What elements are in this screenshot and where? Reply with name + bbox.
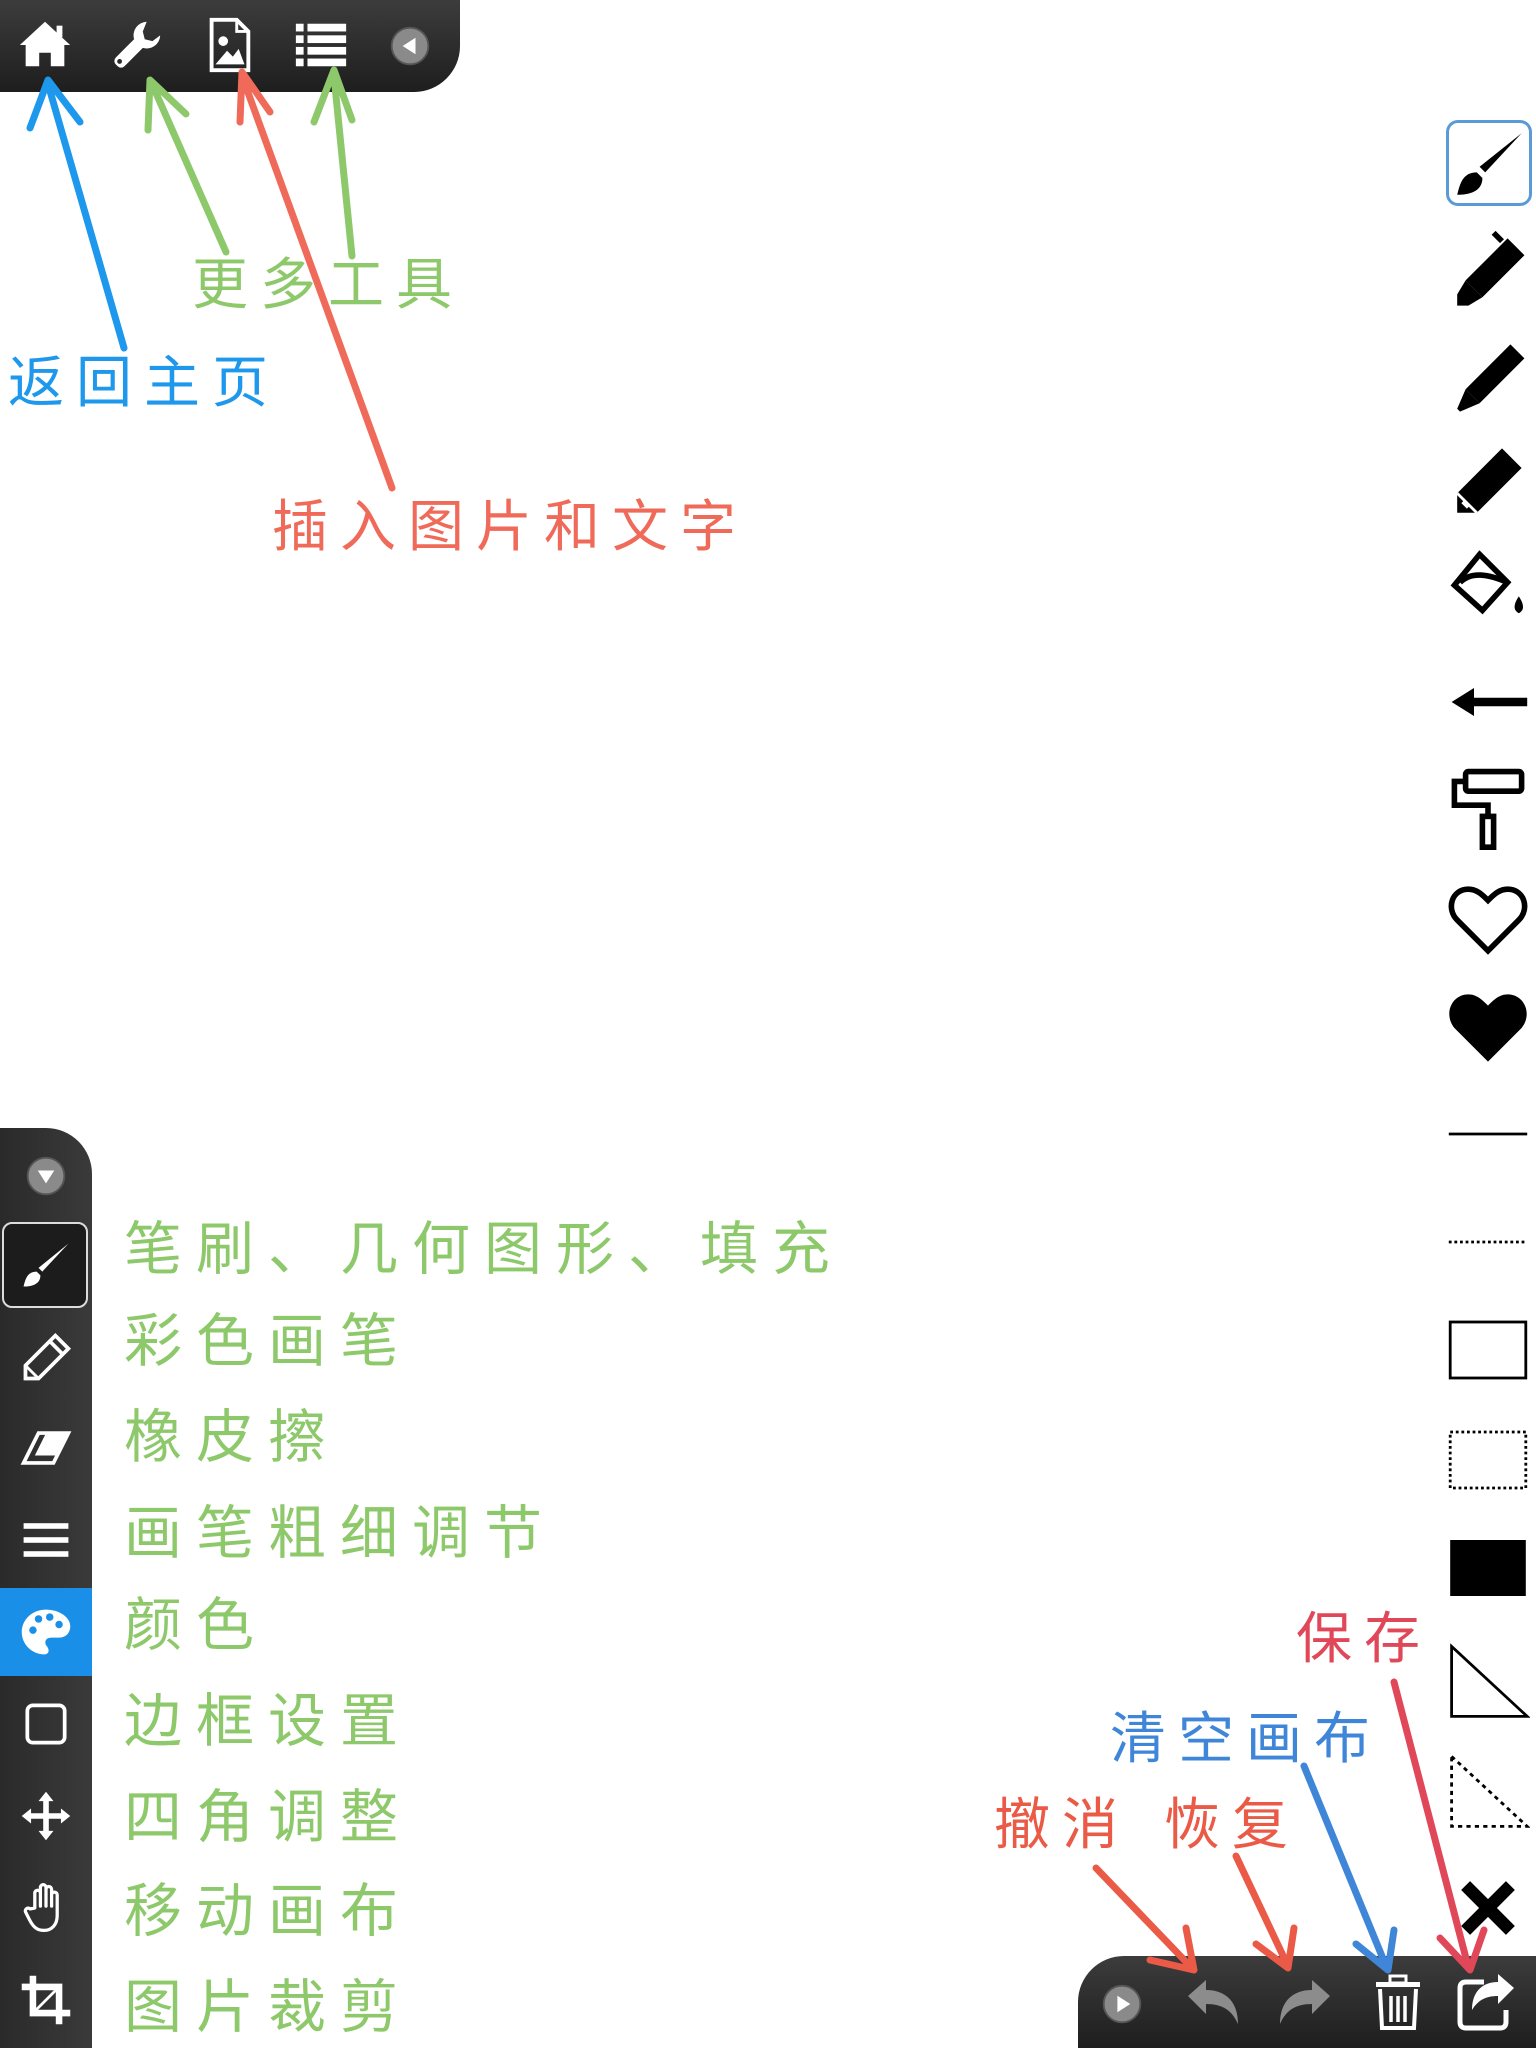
brush-tool-button[interactable] xyxy=(0,1222,92,1310)
trash-icon xyxy=(1376,1974,1420,2030)
share-icon xyxy=(1457,1974,1514,2031)
palette-rect-outline[interactable] xyxy=(1440,1302,1536,1398)
palette-solid-line[interactable] xyxy=(1440,1086,1536,1182)
note-insert: 插入图片和文字 xyxy=(272,495,748,560)
palette-heart-filled[interactable] xyxy=(1440,980,1536,1076)
palette-pencil[interactable] xyxy=(1440,434,1536,530)
paint-bucket-icon xyxy=(1450,550,1523,615)
legend-move-canvas: 移动画布 xyxy=(124,1877,413,1945)
image-file-icon xyxy=(209,17,251,73)
triangle-down-icon xyxy=(26,1156,66,1196)
arrow-tools xyxy=(144,76,230,256)
palette-triangle-outline[interactable] xyxy=(1440,1632,1536,1728)
legend-eraser: 橡皮擦 xyxy=(124,1403,341,1471)
dotted-line-icon xyxy=(1448,1240,1528,1244)
arrow-left-icon xyxy=(1451,688,1528,716)
brush-icon xyxy=(23,1243,69,1287)
palette-close[interactable] xyxy=(1440,1860,1536,1956)
arrow-redo xyxy=(1232,1852,1298,1972)
border-settings-button[interactable] xyxy=(0,1680,92,1768)
move-canvas-button[interactable] xyxy=(0,1864,92,1952)
pencil-icon xyxy=(23,1332,72,1381)
home-button[interactable] xyxy=(10,10,80,80)
note-home: 返回主页 xyxy=(8,351,280,416)
heart-filled-icon xyxy=(1449,994,1527,1062)
list-icon xyxy=(295,23,347,67)
palette-marker[interactable] xyxy=(1440,224,1536,320)
rectangle-filled-icon xyxy=(1450,1540,1526,1596)
legend-corner: 四角调整 xyxy=(124,1783,413,1851)
redo-button[interactable] xyxy=(1264,1962,1344,2042)
undo-button[interactable] xyxy=(1174,1962,1254,2042)
legend-crop: 图片裁剪 xyxy=(124,1973,413,2041)
eraser-icon xyxy=(20,1431,72,1465)
arrow-undo xyxy=(1092,1864,1198,1974)
palette-triangle-dotted[interactable] xyxy=(1440,1742,1536,1838)
legend-color-pen: 彩色画笔 xyxy=(124,1307,413,1375)
pencil-icon xyxy=(1456,448,1522,514)
legend-color: 颜色 xyxy=(124,1591,269,1659)
palette-arrow[interactable] xyxy=(1440,654,1536,750)
square-icon xyxy=(25,1703,67,1745)
palette-heart-outline[interactable] xyxy=(1440,872,1536,968)
collapse-top-button[interactable] xyxy=(386,22,434,70)
heart-outline-icon xyxy=(1448,886,1528,955)
triangle-dotted-icon xyxy=(1450,1753,1530,1828)
wrench-icon xyxy=(114,21,161,68)
legend-stroke-width: 画笔粗细调节 xyxy=(124,1499,557,1567)
hand-icon xyxy=(23,1883,59,1933)
solid-line-icon xyxy=(1448,1132,1528,1136)
corner-adjust-button[interactable] xyxy=(0,1772,92,1860)
undo-icon xyxy=(1188,1980,1238,2024)
palette-brush[interactable] xyxy=(1440,116,1536,212)
crop-icon xyxy=(21,1975,71,2025)
tools-button[interactable] xyxy=(102,10,172,80)
note-clear: 清空画布 xyxy=(1110,1707,1382,1772)
brush-icon xyxy=(1457,133,1522,195)
rectangle-dotted-icon xyxy=(1448,1430,1528,1490)
eraser-button[interactable] xyxy=(0,1404,92,1492)
palette-rect-filled[interactable] xyxy=(1440,1520,1536,1616)
note-more-tools: 更多工具 xyxy=(192,253,464,318)
rectangle-outline-icon xyxy=(1448,1320,1528,1380)
triangle-left-icon xyxy=(390,26,430,66)
arrow-clear xyxy=(1300,1762,1398,1974)
close-icon xyxy=(1461,1881,1515,1935)
note-redo: 恢复 xyxy=(1164,1793,1300,1858)
legend-brush: 笔刷、几何图形、填充 xyxy=(124,1215,845,1283)
pen-icon xyxy=(1457,344,1525,412)
lines-icon xyxy=(23,1523,69,1557)
home-icon xyxy=(19,21,71,67)
color-button[interactable] xyxy=(0,1588,92,1676)
move-arrows-icon xyxy=(21,1791,71,1841)
paint-roller-icon xyxy=(1451,768,1525,850)
collapse-left-button[interactable] xyxy=(20,1150,72,1202)
color-pen-button[interactable] xyxy=(0,1314,92,1402)
palette-fill[interactable] xyxy=(1440,540,1536,636)
legend-border: 边框设置 xyxy=(124,1687,413,1755)
palette-pen[interactable] xyxy=(1440,330,1536,426)
arrow-home xyxy=(26,76,128,352)
expand-bottom-button[interactable] xyxy=(1096,1978,1148,2030)
palette-dotted-line[interactable] xyxy=(1440,1194,1536,1290)
top-toolbar xyxy=(0,0,460,92)
stroke-width-button[interactable] xyxy=(0,1496,92,1584)
list-button[interactable] xyxy=(286,10,356,80)
triangle-right-icon xyxy=(1102,1984,1142,2024)
crop-button[interactable] xyxy=(0,1956,92,2044)
save-button[interactable] xyxy=(1446,1962,1526,2042)
note-undo: 撤消 xyxy=(994,1793,1130,1858)
clear-canvas-button[interactable] xyxy=(1358,1962,1438,2042)
palette-roller[interactable] xyxy=(1440,760,1536,856)
palette-icon xyxy=(21,1609,71,1655)
triangle-outline-icon xyxy=(1450,1643,1530,1718)
redo-icon xyxy=(1280,1980,1330,2024)
insert-image-button[interactable] xyxy=(194,10,264,80)
marker-icon xyxy=(1457,230,1525,306)
note-save: 保存 xyxy=(1296,1607,1432,1672)
arrow-list xyxy=(310,66,356,260)
palette-rect-dotted[interactable] xyxy=(1440,1412,1536,1508)
